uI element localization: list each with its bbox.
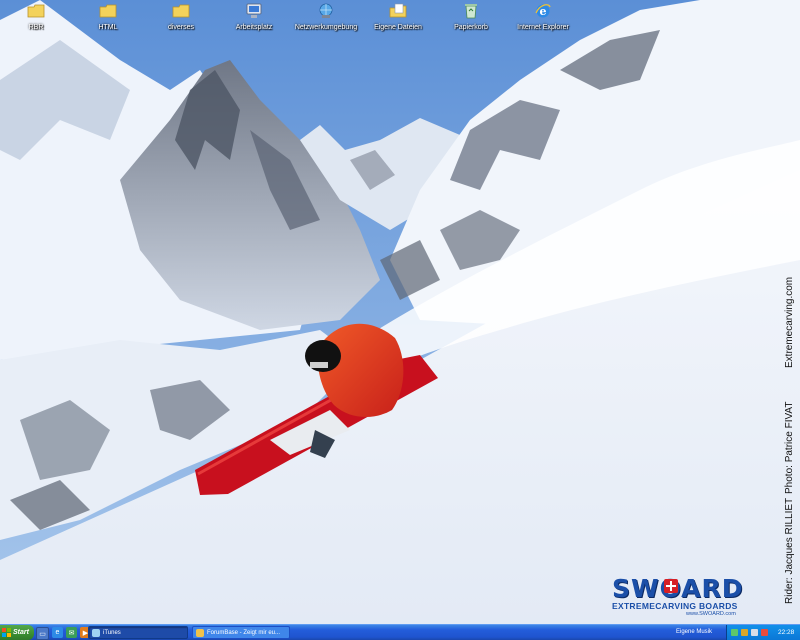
wallpaper-credits: Rider: Jacques RILLIET Photo: Patrice FI… [778, 268, 800, 604]
desktop-icon-label: RBR [28, 24, 44, 31]
start-label: Start [13, 629, 29, 636]
eigene-musik-toolbar[interactable]: Eigene Musik [676, 629, 712, 635]
wallpaper-snowboarder [0, 0, 800, 624]
desktop-icon-label: Eigene Dateien [374, 24, 422, 31]
taskbar-button-forumbase[interactable]: ForumBase - Zeigt mir eu... [192, 626, 290, 639]
rider-credit: Rider: Jacques RILLIET [784, 497, 795, 604]
volume-tray-icon[interactable] [751, 629, 758, 636]
desktop-icon-label: Arbeitsplatz [235, 24, 273, 31]
my-computer-icon [246, 3, 262, 18]
desktop-icon-html[interactable]: HTML [72, 2, 144, 31]
windows-logo-icon [2, 628, 11, 637]
itunes-icon [92, 628, 100, 637]
folder-icon [99, 4, 117, 18]
security-tray-icon[interactable] [741, 629, 748, 636]
quick-launch: ▭ e ✉ ▶ [36, 627, 91, 640]
taskbar: Start ▭ e ✉ ▶ iTunes ForumBase - Zeigt m… [0, 624, 800, 640]
recycle-bin-icon [465, 4, 477, 19]
desktop-icon-arbeitsplatz[interactable]: Arbeitsplatz [218, 2, 290, 31]
folder-icon [27, 4, 45, 18]
my-documents-icon [389, 3, 407, 18]
outlook-express-icon[interactable]: ✉ [66, 627, 77, 638]
clock[interactable]: 22:28 [778, 629, 794, 636]
start-button[interactable]: Start [0, 625, 34, 640]
desktop-icon-diverses[interactable]: diverses [145, 2, 217, 31]
desktop[interactable]: RBR HTML diverses Arbeitsplatz Netzwerku… [0, 0, 800, 624]
taskbar-button-label: iTunes [103, 629, 121, 636]
internet-explorer-icon[interactable]: e [52, 627, 63, 638]
network-places-icon [319, 3, 333, 18]
notification-area: 22:28 [726, 625, 800, 640]
swiss-cross-icon [664, 579, 678, 593]
desktop-icon-label: Internet Explorer [517, 24, 569, 31]
photo-credit: Photo: Patrice FIVAT [784, 401, 795, 494]
logo-url: www.SWOARD.com [686, 611, 736, 617]
desktop-icon-label: diverses [167, 24, 195, 31]
desktop-icon-label: HTML [98, 24, 118, 31]
desktop-icon-label: Papierkorb [454, 24, 488, 31]
folder-icon [172, 4, 190, 18]
system-tray: Eigene Musik 22:28 [674, 625, 800, 640]
desktop-icon-eigene-dateien[interactable]: Eigene Dateien [362, 2, 434, 31]
desktop-icon-rbr[interactable]: RBR [0, 2, 72, 31]
network-tray-icon[interactable] [731, 629, 738, 636]
desktop-icon-label: Netzwerkumgebung [294, 24, 358, 31]
browser-window-icon [196, 628, 204, 637]
desktop-icons: RBR HTML diverses Arbeitsplatz Netzwerku… [0, 0, 800, 40]
internet-explorer-icon: e [535, 4, 551, 18]
site-credit: Extremecarving.com [784, 276, 795, 368]
sword-logo: SWOARD EXTREMECARVING BOARDS www.SWOARD.… [606, 574, 762, 620]
messenger-tray-icon[interactable] [761, 629, 768, 636]
logo-tagline: EXTREMECARVING BOARDS [612, 601, 738, 611]
show-desktop-icon[interactable]: ▭ [36, 627, 49, 640]
desktop-icon-papierkorb[interactable]: Papierkorb [435, 2, 507, 31]
taskbar-button-label: ForumBase - Zeigt mir eu... [207, 629, 281, 636]
desktop-icon-netzwerkumgebung[interactable]: Netzwerkumgebung [290, 2, 362, 31]
desktop-icon-internet-explorer[interactable]: e Internet Explorer [507, 2, 579, 31]
taskbar-button-itunes[interactable]: iTunes [88, 626, 188, 639]
